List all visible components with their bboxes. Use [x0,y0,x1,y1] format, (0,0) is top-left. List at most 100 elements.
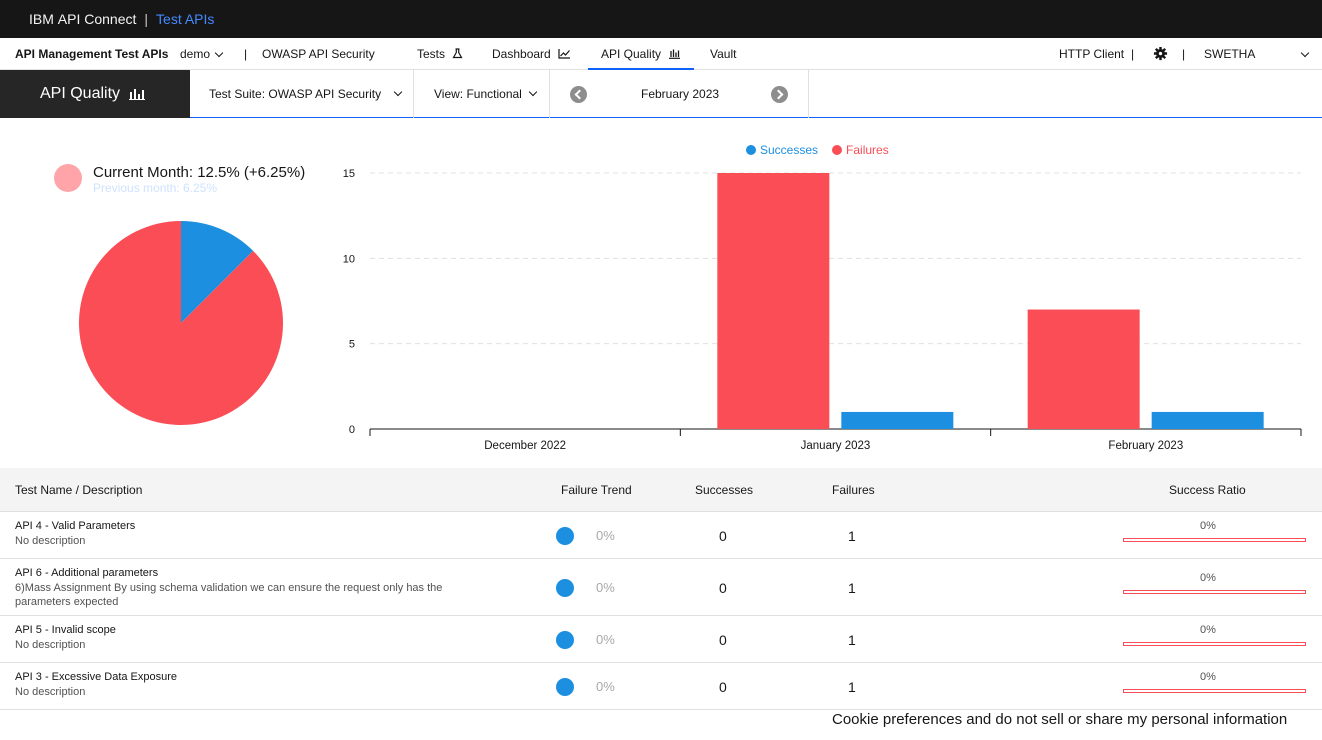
chevron-down-icon [214,48,224,58]
monthly-results-bar-chart: 0 5 10 15 December 2022 January 2023 February … [343,168,1302,452]
successes-count: 0 [719,632,727,648]
y-tick-label: 5 [349,339,355,351]
test-description: No description [15,639,86,651]
user-menu[interactable]: SWETHA [1204,38,1255,70]
test-suite-dropdown[interactable]: Test Suite: OWASP API Security [190,70,414,118]
ibm-logo[interactable]: IBM API Connect [29,11,136,27]
flask-icon [452,48,463,59]
gear-icon[interactable] [1153,38,1168,70]
current-month-summary: Current Month: 12.5% (+6.25%) [93,164,306,181]
bar-chart-icon [669,49,681,59]
tab-tests[interactable]: Tests [417,38,463,70]
successes-count: 0 [719,679,727,695]
table-row[interactable]: API 4 - Valid Parameters No description 0%… [0,512,1322,559]
x-tick-label: December 2022 [484,440,566,452]
y-tick-label: 0 [349,424,355,436]
table-row[interactable]: API 6 - Additional parameters 6)Mass Assi… [0,559,1322,616]
nav-bar: API Management Test APIs demo | OWASP AP… [0,38,1322,70]
tab-api-quality-label: API Quality [601,47,662,61]
bar-successes-february-2023[interactable] [1151,411,1264,429]
user-name: SWETHA [1204,47,1256,61]
successes-count: 0 [719,580,727,596]
chevron-down-icon [528,87,538,97]
failures-count: 1 [848,679,856,695]
page-title-text: API Quality [40,85,121,102]
table-row[interactable]: API 5 - Invalid scope No description 0% 0 1 0… [0,616,1322,663]
header-separator: | [144,11,149,27]
nav-separator: | [244,47,248,61]
table-body: API 4 - Valid Parameters No description 0%… [0,512,1322,710]
test-description: No description [15,686,86,698]
test-name[interactable]: API 3 - Excessive Data Exposure [15,671,177,683]
failures-count: 1 [848,580,856,596]
success-ratio-value: 0% [1200,572,1216,584]
x-tick-label: January 2023 [801,440,871,452]
org-label: demo [180,47,211,61]
chevron-down-icon [1300,48,1310,58]
tab-vault[interactable]: Vault [710,38,736,70]
chevron-down-icon [393,87,403,97]
previous-month-button[interactable] [570,85,587,103]
page-title: API Quality [0,70,190,118]
failure-trend-indicator [556,579,574,597]
bar-failures-february-2023[interactable] [1027,309,1140,429]
failures-count: 1 [848,528,856,544]
sub-toolbar: API Quality Test Suite: OWASP API Securi… [0,70,1322,118]
cookie-preferences-link[interactable]: Cookie preferences and do not sell or sh… [832,711,1287,728]
successes-count: 0 [719,528,727,544]
success-ratio-bar [1123,689,1306,693]
next-month-button[interactable] [771,85,788,103]
bar-failures-january-2023[interactable] [717,173,830,429]
table-header: Test Name / Description Failure Trend Su… [0,468,1322,512]
app-name[interactable]: Test APIs [156,11,214,27]
success-ratio-bar [1123,538,1306,542]
user-menu-chevron[interactable] [1296,38,1310,70]
previous-month-summary: Previous month: 6.25% [93,181,218,195]
failure-trend-value: 0% [596,528,615,543]
y-tick-label: 15 [343,168,355,180]
results-table: Test Name / Description Failure Trend Su… [0,468,1322,710]
test-description: No description [15,535,86,547]
nav-separator-3: | [1182,47,1186,61]
success-ratio-value: 0% [1200,520,1216,532]
summary-legend-dot [54,164,82,192]
test-name[interactable]: API 6 - Additional parameters [15,567,158,579]
header-test-name[interactable]: Test Name / Description [15,468,142,512]
failure-trend-value: 0% [596,679,615,694]
x-tick-label: February 2023 [1108,440,1183,452]
project-name[interactable]: OWASP API Security [262,38,375,70]
success-ratio-pie-chart [78,221,283,425]
test-suite-label: Test Suite: OWASP API Security [209,87,382,101]
tab-dashboard[interactable]: Dashboard [492,38,571,70]
test-name[interactable]: API 4 - Valid Parameters [15,520,135,532]
success-ratio-value: 0% [1200,624,1216,636]
line-chart-icon [558,49,571,59]
pie-slice-failures[interactable] [78,221,283,425]
bar-successes-january-2023[interactable] [841,411,954,429]
header-successes[interactable]: Successes [695,468,753,512]
failure-trend-indicator [556,527,574,545]
table-row[interactable]: API 3 - Excessive Data Exposure No descri… [0,663,1322,710]
tab-dashboard-label: Dashboard [492,47,551,61]
failure-trend-value: 0% [596,632,615,647]
ibm-text: IBM [29,11,54,27]
header-success-ratio[interactable]: Success Ratio [1169,468,1246,512]
failure-trend-value: 0% [596,580,615,595]
tab-api-quality[interactable]: API Quality [588,38,695,70]
test-description: 6)Mass Assignment By using schema valida… [15,582,443,608]
test-name[interactable]: API 5 - Invalid scope [15,624,116,636]
success-ratio-value: 0% [1200,671,1216,683]
success-ratio-bar [1123,642,1306,646]
bar-chart-icon [129,88,146,100]
failure-trend-indicator [556,631,574,649]
org-dropdown[interactable]: demo [180,38,224,70]
view-dropdown[interactable]: View: Functional [414,70,550,118]
header-failures[interactable]: Failures [832,468,875,512]
failures-count: 1 [848,632,856,648]
nav-separator-2: | [1131,47,1135,61]
failure-trend-indicator [556,678,574,696]
view-label: View: Functional [434,87,522,101]
http-client-link[interactable]: HTTP Client [1059,38,1124,70]
top-header: IBM API Connect | Test APIs [0,0,1322,38]
header-failure-trend[interactable]: Failure Trend [561,468,632,512]
